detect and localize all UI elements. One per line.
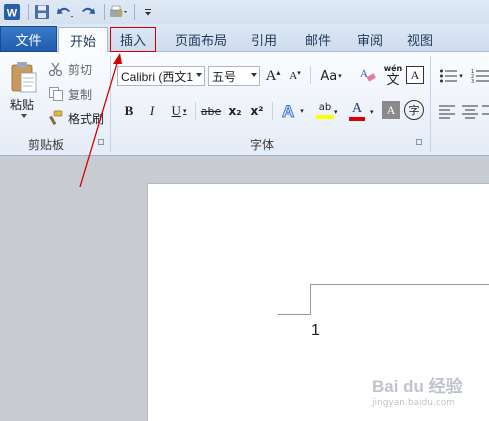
watermark-url: jingyan.baidu.com	[372, 398, 456, 408]
watermark-brand: Bai du 经验	[372, 377, 463, 396]
annotation-arrow-line	[79, 59, 119, 188]
baidu-watermark: Bai du 经验 jingyan.baidu.com	[372, 372, 482, 412]
annotation-arrow	[79, 53, 122, 188]
annotation-arrow-head	[113, 53, 122, 64]
